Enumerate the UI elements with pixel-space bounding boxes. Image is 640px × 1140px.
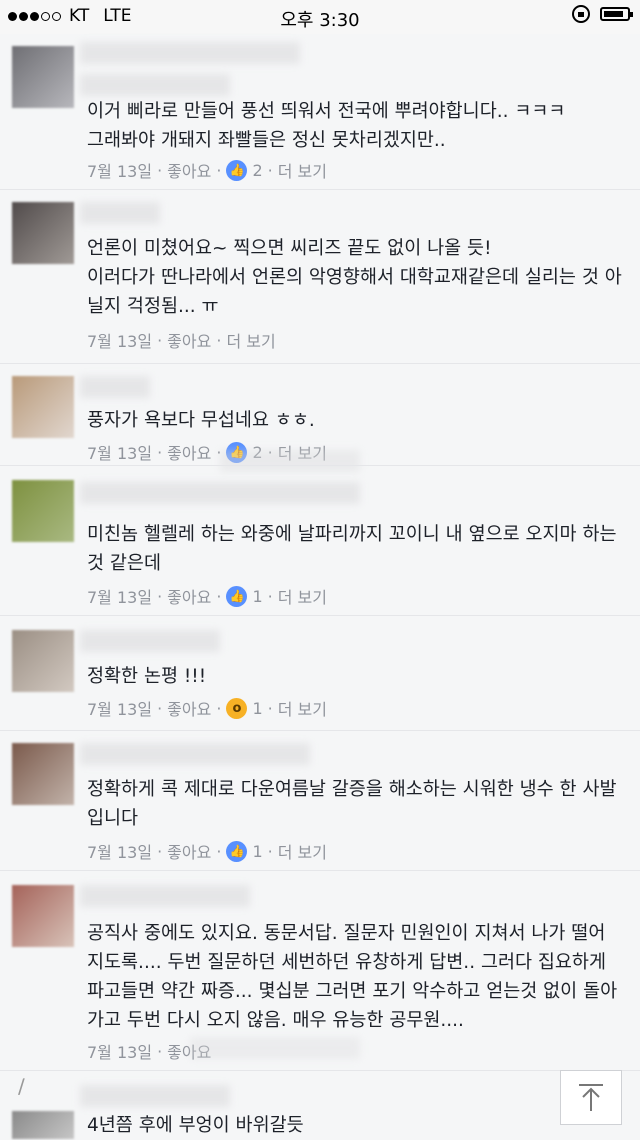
scroll-to-top-button[interactable] [560,1070,622,1125]
battery-icon [600,7,633,21]
avatar [12,743,74,805]
blurred-author-name [80,376,150,398]
blurred-author-name [80,42,300,64]
status-right [572,5,633,23]
comment-date[interactable]: 7월 13일 [87,1039,152,1063]
avatar [12,46,74,108]
blurred-author-name [80,1085,230,1107]
comment-text: 풍자가 욕보다 무섭네요 ㅎㅎ. [87,410,315,431]
blurred-author-name [80,885,250,907]
comment-meta: 7월 13일 · 좋아요 · 👍 2 · 더 보기 [87,158,327,182]
thumbs-up-icon[interactable]: 👍 [226,159,248,181]
comment-meta: 7월 13일 · 좋아요 · 👍 1 · 더 보기 [87,839,327,863]
battery-fill [604,11,623,17]
comment-text: 미친놈 헬렐레 하는 와중에 날파리까지 꼬이니 내 옆으로 오지마 하는 것 … [87,524,617,574]
comment-text: 4년쯤 후에 부엉이 바위갈듯 [87,1115,304,1136]
blurred-author-name [80,482,360,504]
blurred-overlay [190,1037,360,1059]
blurred-author-name [80,630,220,652]
reaction-count[interactable]: 1 [252,699,262,718]
avatar [12,202,74,264]
comment-item: 4년쯤 후에 부엉이 바위갈듯 [0,1070,640,1139]
comment-item: 공직사 중에도 있지요. 동문서답. 질문자 민원인이 지쳐서 나가 떨어지도록… [0,870,640,1071]
comment-date[interactable]: 7월 13일 [87,839,152,863]
comment-date[interactable]: 7월 13일 [87,440,152,464]
comment-item: 정확하게 콕 제대로 다운여름날 갈증을 해소하는 시워한 냉수 한 사발입니다… [0,730,640,871]
avatar [12,885,74,947]
like-button[interactable]: 좋아요 [167,696,211,720]
reaction-count[interactable]: 1 [252,587,262,606]
more-button[interactable]: 더 보기 [226,328,275,352]
blurred-author-name [80,74,230,96]
wow-reaction-icon[interactable]: o [226,697,248,719]
avatar [12,630,74,692]
blurred-author-name [80,202,160,224]
comment-date[interactable]: 7월 13일 [87,158,152,182]
more-button[interactable]: 더 보기 [278,158,327,182]
rotation-lock-icon [572,5,590,23]
comment-meta: 7월 13일 · 좋아요 · 더 보기 [87,328,276,352]
avatar [12,480,74,542]
edit-icon[interactable]: ∕ [18,1074,25,1098]
avatar [12,376,74,438]
comment-item: 정확한 논평 !!! 7월 13일 · 좋아요 · o 1 · 더 보기 [0,615,640,731]
more-button[interactable]: 더 보기 [278,584,327,608]
comment-date[interactable]: 7월 13일 [87,584,152,608]
like-button[interactable]: 좋아요 [167,440,211,464]
blurred-author-name [80,743,310,765]
comment-text: 정확하게 콕 제대로 다운여름날 갈증을 해소하는 시워한 냉수 한 사발입니다 [87,779,617,829]
thumbs-up-icon[interactable]: 👍 [226,585,248,607]
avatar [12,1111,74,1139]
like-button[interactable]: 좋아요 [167,839,211,863]
reaction-count[interactable]: 2 [252,161,262,180]
comment-meta: 7월 13일 · 좋아요 · 👍 1 · 더 보기 [87,584,327,608]
comment-meta: 7월 13일 · 좋아요 · o 1 · 더 보기 [87,696,327,720]
comment-date[interactable]: 7월 13일 [87,328,152,352]
comment-item: 미친놈 헬렐레 하는 와중에 날파리까지 꼬이니 내 옆으로 오지마 하는 것 … [0,465,640,616]
comment-item: 이거 삐라로 만들어 풍선 띄워서 전국에 뿌려야합니다.. ㅋㅋㅋ 그래봐야 … [0,34,640,189]
like-button[interactable]: 좋아요 [167,158,211,182]
comment-text: 이거 삐라로 만들어 풍선 띄워서 전국에 뿌려야합니다.. ㅋㅋㅋ 그래봐야 … [87,101,566,151]
clock: 오후 3:30 [280,10,360,31]
reaction-count[interactable]: 1 [252,842,262,861]
thumbs-up-icon[interactable]: 👍 [226,840,248,862]
like-button[interactable]: 좋아요 [167,584,211,608]
comment-item: 언론이 미쳤어요~ 찍으면 씨리즈 끝도 없이 나올 듯! 이러다가 딴나라에서… [0,189,640,364]
comment-item: 풍자가 욕보다 무섭네요 ㅎㅎ. 7월 13일 · 좋아요 · 👍 2 · 더 보기 [0,363,640,472]
more-button[interactable]: 더 보기 [278,839,327,863]
comment-text: 정확한 논평 !!! [87,666,207,687]
comment-text: 공직사 중에도 있지요. 동문서답. 질문자 민원인이 지쳐서 나가 떨어지도록… [87,923,618,1031]
comment-date[interactable]: 7월 13일 [87,696,152,720]
like-button[interactable]: 좋아요 [167,328,211,352]
arrow-up-icon [579,1083,603,1111]
more-button[interactable]: 더 보기 [278,696,327,720]
status-bar: KT LTE 오후 3:30 [0,0,640,34]
comment-text: 언론이 미쳤어요~ 찍으면 씨리즈 끝도 없이 나올 듯! 이러다가 딴나라에서… [87,238,622,317]
